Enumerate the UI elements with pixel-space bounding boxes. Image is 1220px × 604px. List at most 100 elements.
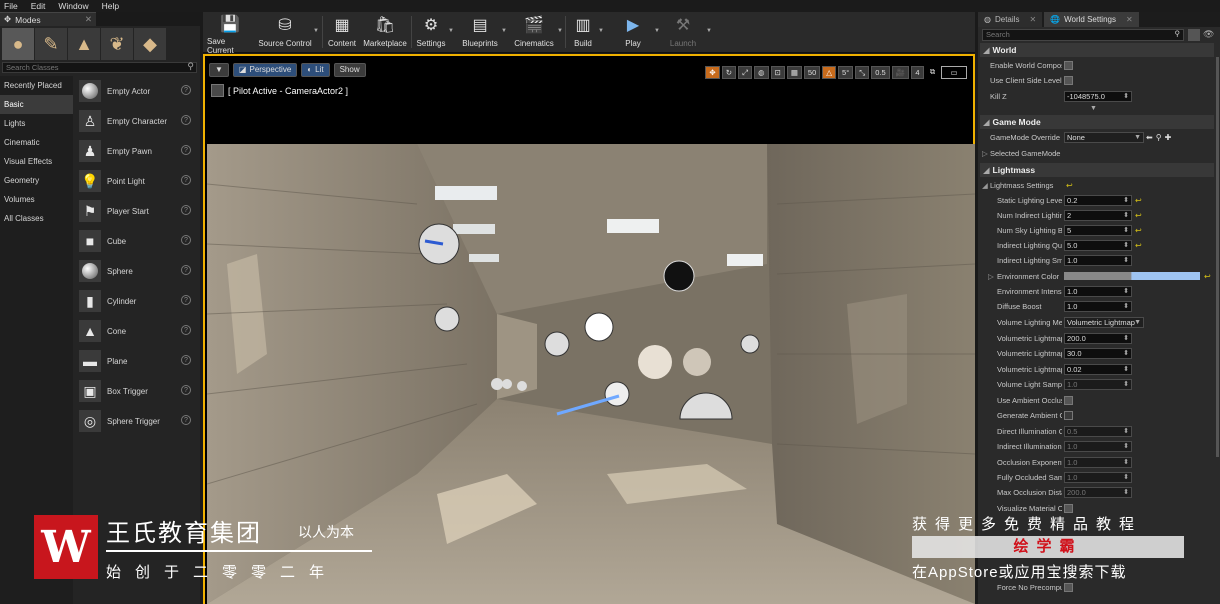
menu-window[interactable]: Window (58, 1, 88, 11)
kill-z-field[interactable]: -1048575.0 ⬍ (1064, 91, 1132, 102)
category-all-classes[interactable]: All Classes (0, 209, 73, 228)
category-volumes[interactable]: Volumes (0, 190, 73, 209)
paint-mode-icon[interactable]: ✎ (35, 28, 67, 60)
category-cinematic[interactable]: Cinematic (0, 133, 73, 152)
checkbox[interactable] (1064, 76, 1073, 85)
landscape-mode-icon[interactable]: ▲ (68, 28, 100, 60)
prop-selected-gamemode[interactable]: ▷ Selected GameMode (980, 146, 1214, 161)
surface-snap-icon[interactable]: ⊡ (770, 66, 785, 79)
chevron-down-icon[interactable]: ▼ (598, 28, 604, 34)
help-icon[interactable]: ? (181, 355, 191, 365)
chevron-down-icon[interactable]: ▼ (654, 28, 660, 34)
viewport-options-button[interactable]: ▼ (209, 63, 229, 77)
checkbox[interactable] (1064, 61, 1073, 70)
advanced-expand-icon[interactable]: ▼ (1090, 105, 1097, 112)
value-field[interactable]: 0.5 ⬍ (1064, 426, 1132, 437)
reset-icon[interactable]: ↩ (1135, 223, 1142, 238)
reset-icon[interactable]: ↩ (1135, 238, 1142, 253)
reset-icon[interactable]: ↩ (1204, 269, 1211, 284)
value-field[interactable]: 1.0 ⬍ (1064, 379, 1132, 390)
value-field[interactable]: 1.0 ⬍ (1064, 301, 1132, 312)
lit-button[interactable]: ◐ Lit (301, 63, 330, 77)
scale-icon[interactable]: ⤢ (737, 66, 752, 79)
reset-icon[interactable]: ↩ (1066, 178, 1073, 193)
checkbox[interactable] (1064, 411, 1073, 420)
help-icon[interactable]: ? (181, 235, 191, 245)
value-field[interactable]: 5 ⬍ (1064, 225, 1132, 236)
menu-file[interactable]: File (4, 1, 18, 11)
tab-details[interactable]: ◍ Details ✕ (978, 12, 1043, 27)
expand-icon[interactable]: ▷ (988, 269, 994, 284)
eject-pilot-icon[interactable] (211, 84, 224, 97)
value-field[interactable]: 0.2 ⬍ (1064, 195, 1132, 206)
list-item[interactable]: ⚑ Player Start? (75, 196, 197, 226)
value-field[interactable]: 5.0 ⬍ (1064, 240, 1132, 251)
scrollbar[interactable] (1216, 57, 1219, 457)
section-lightmass[interactable]: ◢ Lightmass (980, 163, 1214, 177)
property-matrix-icon[interactable] (1188, 29, 1200, 41)
value-field[interactable]: 30.0 ⬍ (1064, 348, 1132, 359)
grid-snap-icon[interactable]: ▦ (786, 66, 802, 79)
list-item[interactable]: ▣ Box Trigger? (75, 376, 197, 406)
search-classes-input[interactable]: Search Classes ⚲ (2, 62, 197, 73)
foliage-mode-icon[interactable]: ❦ (101, 28, 133, 60)
rotation-snap-icon[interactable]: △ (822, 66, 837, 79)
list-item[interactable]: ▮ Cylinder? (75, 286, 197, 316)
value-field[interactable]: 0.02 ⬍ (1064, 364, 1132, 375)
layout-icon[interactable]: ▭ (941, 66, 967, 79)
search-input[interactable]: Search ⚲ (982, 29, 1184, 41)
menu-edit[interactable]: Edit (31, 1, 46, 11)
category-geometry[interactable]: Geometry (0, 171, 73, 190)
chevron-down-icon[interactable]: ▼ (557, 28, 563, 34)
help-icon[interactable]: ? (181, 85, 191, 95)
color-swatch[interactable] (1064, 272, 1200, 280)
place-mode-icon[interactable]: ● (2, 28, 34, 60)
perspective-button[interactable]: ◪ Perspective (232, 63, 298, 77)
prop-lightmass-settings[interactable]: ◢ Lightmass Settings ↩ (980, 178, 1214, 193)
gamemode-select[interactable]: None ▼ (1064, 132, 1144, 143)
translate-icon[interactable]: ✥ (705, 66, 720, 79)
volume-method-select[interactable]: Volumetric Lightmap ▼ (1064, 317, 1144, 328)
value-field[interactable]: 200.0 ⬍ (1064, 487, 1132, 498)
chevron-down-icon[interactable]: ▼ (501, 28, 507, 34)
maximize-icon[interactable]: ⧉ (926, 66, 939, 79)
category-basic[interactable]: Basic (0, 95, 73, 114)
rotation-snap-value[interactable]: 5° (838, 66, 854, 79)
value-field[interactable]: 1.0 ⬍ (1064, 255, 1132, 266)
modes-tab[interactable]: ✥ Modes ✕ (0, 12, 96, 26)
chevron-down-icon[interactable]: ▼ (448, 28, 454, 34)
chevron-down-icon[interactable]: ▼ (313, 28, 319, 34)
chevron-down-icon[interactable]: ▼ (706, 28, 712, 34)
reset-icon[interactable]: ↩ (1135, 208, 1142, 223)
list-item[interactable]: ▬ Plane? (75, 346, 197, 376)
value-field[interactable]: 1.0 ⬍ (1064, 286, 1132, 297)
section-game-mode[interactable]: ◢ Game Mode (980, 115, 1214, 129)
section-world[interactable]: ◢ World (980, 43, 1214, 57)
checkbox[interactable] (1064, 583, 1073, 592)
help-icon[interactable]: ? (181, 175, 191, 185)
category-recently-placed[interactable]: Recently Placed (0, 76, 73, 95)
help-icon[interactable]: ? (181, 115, 191, 125)
category-lights[interactable]: Lights (0, 114, 73, 133)
blueprints-button[interactable]: ▤ Blueprints (460, 14, 500, 52)
value-field[interactable]: 1.0 ⬍ (1064, 441, 1132, 452)
help-icon[interactable]: ? (181, 325, 191, 335)
cinematics-button[interactable]: 🎬 Cinematics (512, 14, 556, 52)
settings-button[interactable]: ⚙ Settings (414, 14, 448, 52)
category-visual-effects[interactable]: Visual Effects (0, 152, 73, 171)
browse-icons[interactable]: ⬅⚲✚ (1146, 130, 1174, 145)
scale-snap-value[interactable]: 0.5 (871, 66, 890, 79)
checkbox[interactable] (1064, 504, 1073, 513)
menu-help[interactable]: Help (102, 1, 119, 11)
help-icon[interactable]: ? (181, 145, 191, 155)
value-field[interactable]: 2 ⬍ (1064, 210, 1132, 221)
tab-world-settings[interactable]: 🌐 World Settings ✕ (1044, 12, 1139, 27)
world-local-icon[interactable]: ◍ (753, 66, 769, 79)
list-item[interactable]: ■ Cube? (75, 226, 197, 256)
help-icon[interactable]: ? (181, 385, 191, 395)
launch-button[interactable]: ⚒ Launch (666, 14, 700, 52)
marketplace-button[interactable]: 🛍 Marketplace (363, 14, 407, 52)
help-icon[interactable]: ? (181, 415, 191, 425)
value-field[interactable]: 200.0 ⬍ (1064, 333, 1132, 344)
value-field[interactable]: 1.0 ⬍ (1064, 472, 1132, 483)
